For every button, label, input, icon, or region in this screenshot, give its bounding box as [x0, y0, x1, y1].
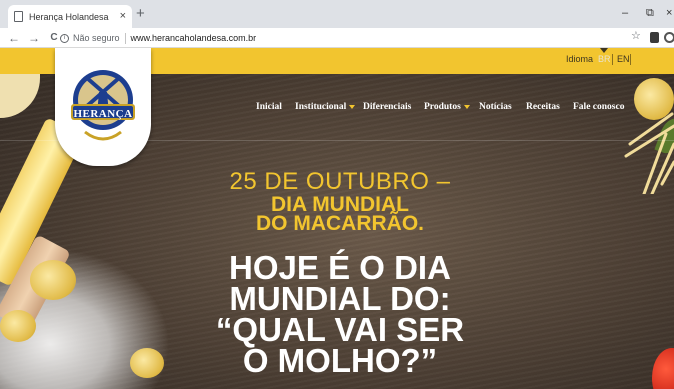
cheese-decoration: [0, 74, 40, 118]
nav-item-receitas[interactable]: Receitas: [526, 102, 560, 113]
language-indicator-icon: [600, 48, 608, 53]
hero-headline-line: O MOLHO?”: [242, 342, 438, 379]
security-label: Não seguro: [73, 33, 120, 43]
logo-text: HERANÇA: [73, 108, 133, 120]
close-window-button[interactable]: ×: [666, 8, 672, 19]
nav-item-noticias[interactable]: Notícias: [479, 102, 512, 113]
browser-tab[interactable]: Herança Holandesa ×: [8, 5, 132, 28]
language-option-br[interactable]: BR: [598, 55, 611, 64]
tomato-decoration: [652, 348, 674, 389]
nav-item-label: Institucional: [295, 102, 347, 112]
extension-icon[interactable]: [650, 32, 659, 43]
pasta-decoration: [130, 348, 164, 378]
tab-title: Herança Holandesa: [29, 11, 109, 22]
language-option-en[interactable]: EN: [617, 55, 630, 64]
pasta-decoration: [0, 310, 36, 342]
browser-toolbar: ← → C i Não seguro www.herancaholandesa.…: [0, 28, 674, 48]
nav-item-diferenciais[interactable]: Diferenciais: [363, 102, 411, 113]
page-favicon-icon: [14, 11, 23, 22]
nav-item-produtos[interactable]: Produtos: [424, 102, 470, 113]
new-tab-button[interactable]: +: [136, 6, 145, 21]
minimize-button[interactable]: –: [622, 8, 628, 19]
nav-item-institucional[interactable]: Institucional: [295, 102, 356, 113]
language-separator: [612, 54, 613, 65]
tab-close-icon[interactable]: ×: [120, 11, 126, 22]
url-text[interactable]: www.herancaholandesa.com.br: [131, 33, 257, 43]
address-bar[interactable]: i Não seguro www.herancaholandesa.com.br: [60, 30, 630, 46]
hero-date: 25 DE OUTUBRO –: [229, 168, 451, 195]
pasta-decoration: [634, 78, 674, 120]
nav-item-fale-conosco[interactable]: Fale conosco: [573, 102, 624, 113]
address-separator: [124, 32, 126, 44]
hero-subtitle-line: DO MACARRÃO.: [256, 212, 424, 235]
back-button[interactable]: ←: [6, 32, 22, 44]
restore-button[interactable]: ⧉: [646, 8, 654, 19]
extension-icon-2[interactable]: [664, 32, 674, 43]
forward-button[interactable]: →: [26, 32, 42, 44]
site-logo[interactable]: HERANÇA: [55, 48, 151, 166]
nav-item-label: Produtos: [424, 102, 461, 112]
info-icon[interactable]: i: [60, 33, 69, 43]
browser-tabstrip: Herança Holandesa × + – ⧉ ×: [0, 0, 674, 28]
bookmark-star-icon[interactable]: ☆: [631, 31, 641, 42]
chevron-down-icon: [349, 104, 356, 109]
pasta-decoration: [30, 260, 76, 300]
language-label: Idioma: [566, 54, 594, 64]
chevron-down-icon: [463, 104, 470, 109]
website-viewport: Idioma BR EN HERANÇA Inicial Institucion…: [0, 48, 674, 389]
nav-item-inicial[interactable]: Inicial: [256, 102, 282, 113]
language-separator: [630, 54, 631, 65]
